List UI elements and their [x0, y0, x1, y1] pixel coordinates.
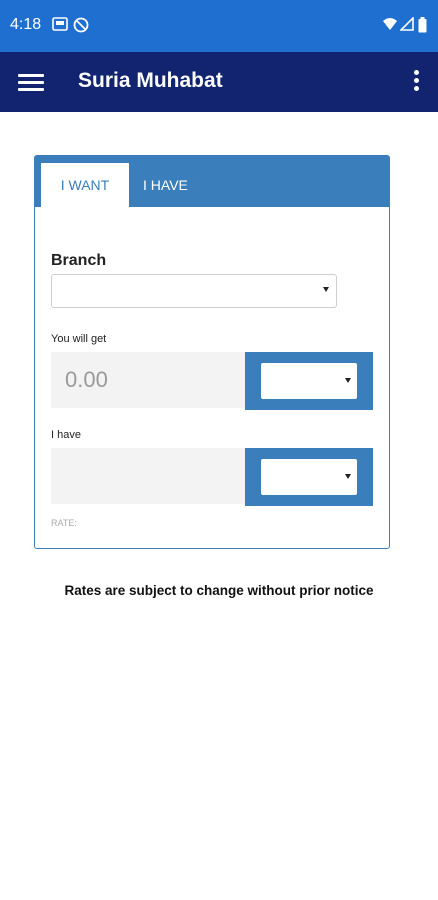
- caret-down-icon: [323, 287, 329, 292]
- get-currency-select[interactable]: [261, 363, 357, 399]
- you-will-get-label: You will get: [51, 333, 107, 345]
- branch-select[interactable]: [51, 274, 337, 308]
- have-currency-panel: [245, 448, 373, 506]
- rate-label: RATE:: [51, 518, 77, 528]
- app-title: Suria Muhabat: [78, 69, 223, 92]
- tab-bar: I WANT I HAVE: [35, 156, 389, 207]
- rates-notice: Rates are subject to change without prio…: [64, 583, 374, 598]
- do-not-disturb-icon: [73, 17, 89, 33]
- status-bar: 4:18: [0, 0, 438, 52]
- wifi-icon: [383, 18, 397, 30]
- have-amount-field[interactable]: [51, 448, 247, 504]
- tab-i-want[interactable]: I WANT: [41, 163, 129, 207]
- branch-label: Branch: [51, 252, 107, 269]
- hamburger-menu-icon[interactable]: [18, 70, 44, 94]
- app-bar: Suria Muhabat: [0, 52, 438, 112]
- exchange-card: I WANT I HAVE Branch You will get 0.00 I…: [34, 155, 390, 549]
- status-time: 4:18: [10, 16, 42, 33]
- get-amount-field[interactable]: 0.00: [51, 352, 247, 408]
- more-options-icon[interactable]: [412, 70, 420, 94]
- tab-i-have[interactable]: I HAVE: [143, 163, 188, 207]
- get-currency-panel: [245, 352, 373, 410]
- caret-down-icon: [345, 474, 351, 479]
- signal-icon: [400, 17, 414, 31]
- battery-icon: [418, 17, 427, 33]
- have-currency-select[interactable]: [261, 459, 357, 495]
- i-have-label: I have: [51, 429, 81, 441]
- caret-down-icon: [345, 378, 351, 383]
- photo-notification-icon: [52, 17, 68, 31]
